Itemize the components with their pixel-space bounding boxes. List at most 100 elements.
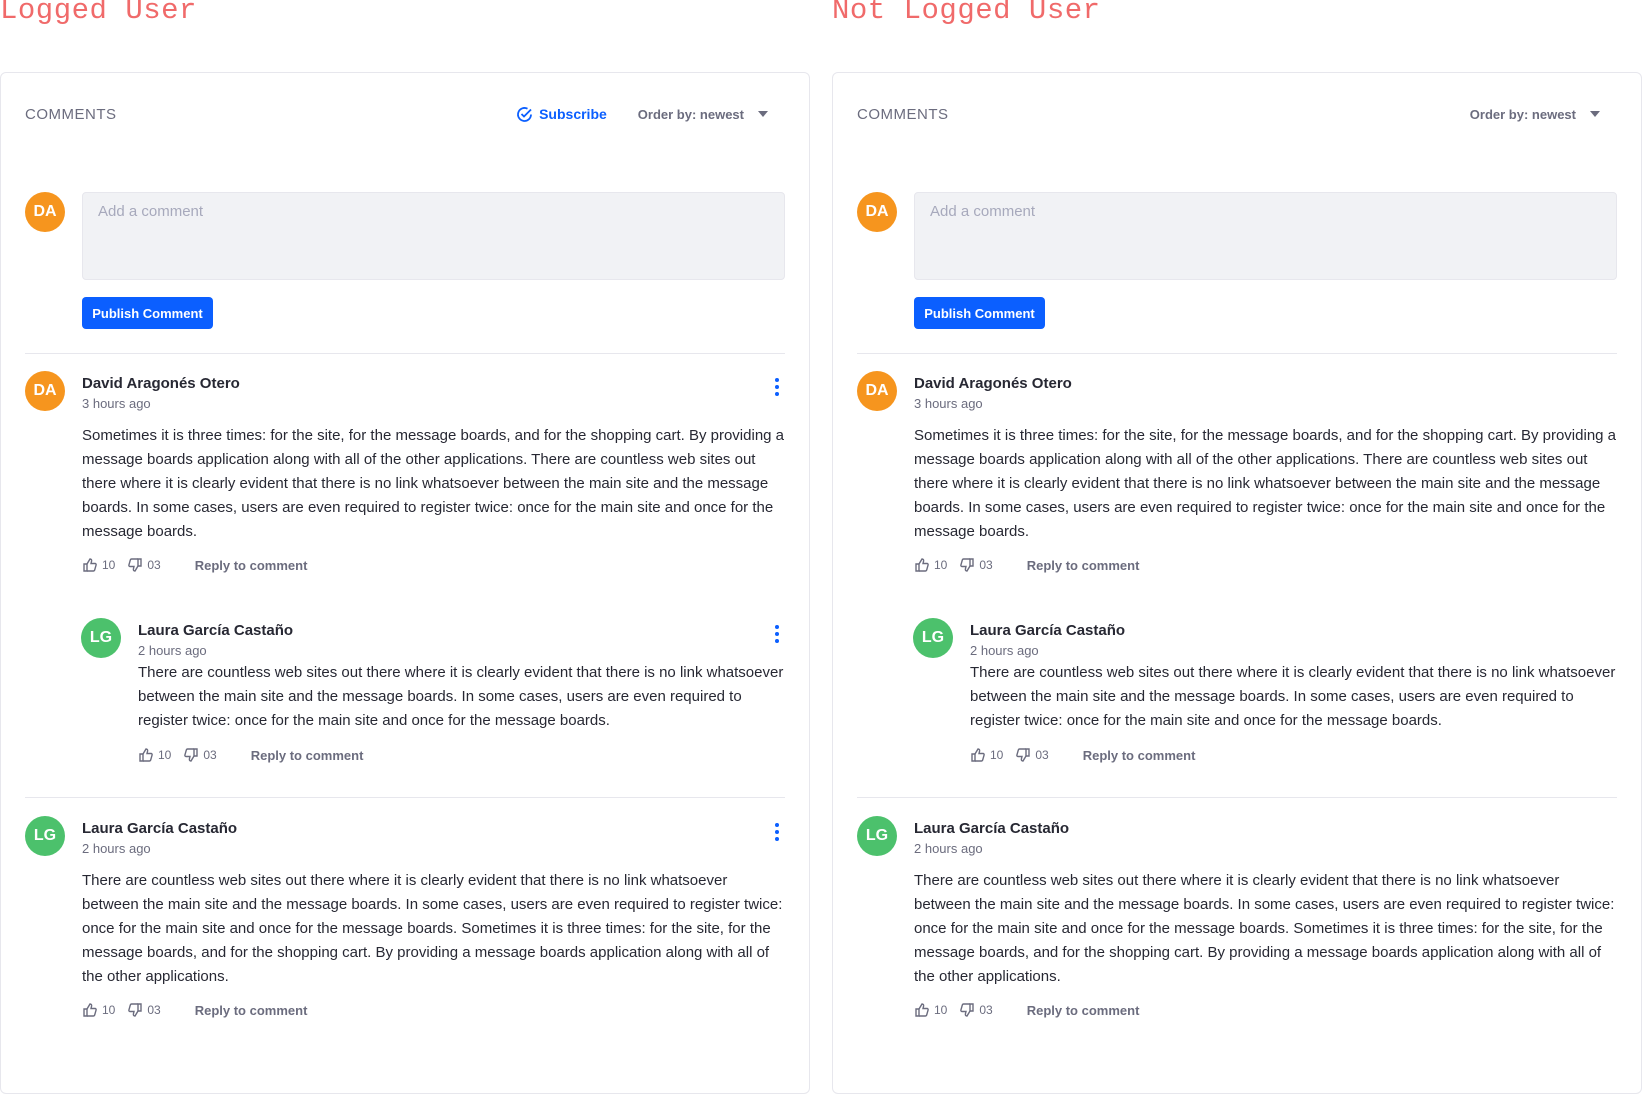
comment-time: 2 hours ago xyxy=(82,841,151,856)
comment-time: 2 hours ago xyxy=(914,841,983,856)
comment-text: There are countless web sites out there … xyxy=(970,664,1616,729)
reply-to-comment-link[interactable]: Reply to comment xyxy=(251,748,364,763)
like-button[interactable]: 10 xyxy=(82,1002,115,1018)
thumbs-down-icon xyxy=(959,557,975,573)
like-button[interactable]: 10 xyxy=(82,557,115,573)
subscribe-button[interactable]: Subscribe xyxy=(516,106,607,123)
like-count: 10 xyxy=(158,748,172,762)
comments-header: COMMENTS Order by: newest xyxy=(857,99,1617,129)
avatar: DA xyxy=(25,192,65,232)
avatar: LG xyxy=(81,618,121,658)
more-options-icon[interactable] xyxy=(769,820,785,844)
thumbs-down-icon xyxy=(127,557,143,573)
comment-author[interactable]: Laura García Castaño xyxy=(914,820,1069,837)
avatar: LG xyxy=(857,816,897,856)
more-options-icon[interactable] xyxy=(769,622,785,646)
more-options-icon[interactable] xyxy=(769,375,785,399)
thumbs-up-icon xyxy=(970,747,986,763)
comments-label: COMMENTS xyxy=(857,105,949,123)
publish-comment-button[interactable]: Publish Comment xyxy=(914,297,1045,329)
comment-time: 3 hours ago xyxy=(914,396,983,411)
thumbs-down-icon xyxy=(127,1002,143,1018)
dislike-count: 03 xyxy=(979,558,993,572)
like-count: 10 xyxy=(990,748,1004,762)
dislike-button[interactable]: 03 xyxy=(183,747,217,763)
comment-author[interactable]: Laura García Castaño xyxy=(970,622,1125,639)
comments-card-logged: COMMENTS Subscribe Order by: newest DA Add a… xyxy=(0,72,810,1094)
comment-actions: 10 03 Reply to comment xyxy=(914,1002,1139,1018)
comment-time: 2 hours ago xyxy=(138,643,207,658)
divider xyxy=(25,353,785,354)
thumbs-down-icon xyxy=(1015,747,1031,763)
reply-to-comment-link[interactable]: Reply to comment xyxy=(195,1003,308,1018)
avatar: LG xyxy=(25,816,65,856)
subscribe-label: Subscribe xyxy=(539,106,607,122)
dislike-button[interactable]: 03 xyxy=(959,557,993,573)
comments-header: COMMENTS Subscribe Order by: newest xyxy=(25,99,785,129)
reply-to-comment-link[interactable]: Reply to comment xyxy=(1027,1003,1140,1018)
reply-to-comment-link[interactable]: Reply to comment xyxy=(1083,748,1196,763)
order-by-dropdown[interactable]: Order by: newest xyxy=(638,107,768,122)
avatar: DA xyxy=(857,192,897,232)
thumbs-up-icon xyxy=(82,1002,98,1018)
like-button[interactable]: 10 xyxy=(970,747,1003,763)
comment-text: Sometimes it is three times: for the sit… xyxy=(914,427,1617,540)
dislike-button[interactable]: 03 xyxy=(127,557,161,573)
divider xyxy=(25,797,785,798)
avatar: DA xyxy=(857,371,897,411)
caret-down-icon xyxy=(758,111,768,117)
thumbs-down-icon xyxy=(959,1002,975,1018)
comment-author[interactable]: Laura García Castaño xyxy=(138,622,293,639)
comment-text: There are countless web sites out there … xyxy=(138,664,784,729)
comment-actions: 10 03 Reply to comment xyxy=(82,1002,307,1018)
dislike-button[interactable]: 03 xyxy=(1015,747,1049,763)
comment-text: There are countless web sites out there … xyxy=(914,872,1615,985)
divider xyxy=(857,353,1617,354)
order-by-dropdown[interactable]: Order by: newest xyxy=(1470,107,1600,122)
avatar: LG xyxy=(913,618,953,658)
like-button[interactable]: 10 xyxy=(914,1002,947,1018)
avatar: DA xyxy=(25,371,65,411)
publish-comment-button[interactable]: Publish Comment xyxy=(82,297,213,329)
dislike-button[interactable]: 03 xyxy=(959,1002,993,1018)
dislike-button[interactable]: 03 xyxy=(127,1002,161,1018)
comment-author[interactable]: David Aragonés Otero xyxy=(82,375,240,392)
comment-author[interactable]: David Aragonés Otero xyxy=(914,375,1072,392)
comment-time: 2 hours ago xyxy=(970,643,1039,658)
divider xyxy=(857,797,1617,798)
comment-input[interactable]: Add a comment xyxy=(82,192,785,280)
like-count: 10 xyxy=(102,1003,116,1017)
thumbs-up-icon xyxy=(138,747,154,763)
order-by-label: Order by: newest xyxy=(1469,106,1576,122)
comment-actions: 10 03 Reply to comment xyxy=(970,747,1195,763)
thumbs-up-icon xyxy=(914,557,930,573)
comment-time: 3 hours ago xyxy=(82,396,151,411)
panel-title-not-logged: Not Logged User xyxy=(832,0,1101,27)
comment-input[interactable]: Add a comment xyxy=(914,192,1617,280)
dislike-count: 03 xyxy=(979,1003,993,1017)
check-circle-icon xyxy=(516,106,533,123)
thumbs-down-icon xyxy=(183,747,199,763)
like-count: 10 xyxy=(934,1003,948,1017)
comment-actions: 10 03 Reply to comment xyxy=(914,557,1139,573)
dislike-count: 03 xyxy=(147,1003,161,1017)
panel-title-logged: Logged User xyxy=(0,0,197,27)
like-button[interactable]: 10 xyxy=(138,747,171,763)
comment-text: Sometimes it is three times: for the sit… xyxy=(82,427,785,540)
comment-text: There are countless web sites out there … xyxy=(82,872,783,985)
reply-to-comment-link[interactable]: Reply to comment xyxy=(1027,558,1140,573)
comments-card-not-logged: COMMENTS Order by: newest DA Add a comment P… xyxy=(832,72,1642,1094)
reply-to-comment-link[interactable]: Reply to comment xyxy=(195,558,308,573)
thumbs-up-icon xyxy=(82,557,98,573)
comments-label: COMMENTS xyxy=(25,105,117,123)
comment-author[interactable]: Laura García Castaño xyxy=(82,820,237,837)
dislike-count: 03 xyxy=(147,558,161,572)
dislike-count: 03 xyxy=(203,748,217,762)
like-count: 10 xyxy=(934,558,948,572)
thumbs-up-icon xyxy=(914,1002,930,1018)
comment-actions: 10 03 Reply to comment xyxy=(82,557,307,573)
like-button[interactable]: 10 xyxy=(914,557,947,573)
comment-actions: 10 03 Reply to comment xyxy=(138,747,363,763)
order-by-label: Order by: newest xyxy=(637,106,744,122)
caret-down-icon xyxy=(1590,111,1600,117)
